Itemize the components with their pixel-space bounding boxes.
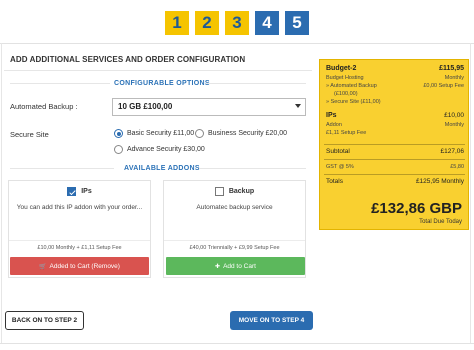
divider <box>324 159 465 160</box>
divider <box>206 83 306 84</box>
subtotal-label: Subtotal <box>326 148 350 155</box>
summary-sub-row: Addon Monthly <box>326 122 464 128</box>
summary-sub-text: Budget Hosting <box>326 75 364 81</box>
radio-advance-security[interactable]: Advance Security £30,00 <box>114 145 205 154</box>
product-price: £115,95 <box>439 65 464 72</box>
button-label: Add to Cart <box>223 262 256 270</box>
summary-sub-row: » Automated Backup £0,00 Setup Fee <box>326 83 464 89</box>
radio-label: Business Security £20,00 <box>208 130 287 137</box>
add-to-cart-button[interactable]: ✚ Add to Cart <box>166 257 305 275</box>
divider <box>199 168 306 169</box>
summary-sub-row: Budget Hosting Monthly <box>326 75 464 81</box>
summary-sub-row: £1,11 Setup Fee <box>326 130 464 136</box>
radio-business-security[interactable]: Business Security £20,00 <box>195 129 287 138</box>
addon-description: Automatec backup service <box>196 204 273 211</box>
button-label: Added to Cart (Remove) <box>49 262 120 270</box>
summary-addon-row: IPs £10,00 <box>326 112 464 119</box>
step-indicator: 1 2 3 4 5 <box>165 11 309 35</box>
back-to-step-2-button[interactable]: BACK ON TO STEP 2 <box>5 311 84 330</box>
addon-price: £10,00 Monthly + £1,11 Setup Fee <box>37 245 122 251</box>
summary-sub-text: Monthly <box>444 122 464 128</box>
addon-name: IPs <box>81 188 92 195</box>
summary-sub-text: » Automated Backup <box>326 83 377 89</box>
summary-sub-text: » Secure Site (£11,00) <box>326 99 381 105</box>
order-summary: Budget-2 £115,95 Budget Hosting Monthly … <box>319 59 469 230</box>
addon-description: You can add this IP addon with your orde… <box>16 204 143 211</box>
addon-price: £10,00 <box>444 112 464 119</box>
automated-backup-label: Automated Backup : <box>10 102 78 111</box>
automated-backup-value: 10 GB £100,00 <box>118 102 173 111</box>
divider <box>0 43 474 44</box>
chevron-down-icon <box>295 104 301 108</box>
addon-header[interactable]: IPs <box>9 187 150 196</box>
summary-sub-text: Monthly <box>444 75 464 81</box>
summary-sub-row: (£100,00) <box>334 91 472 97</box>
radio-basic-security[interactable]: Basic Security £11,00 <box>114 129 194 138</box>
divider <box>10 83 110 84</box>
step-2[interactable]: 2 <box>195 11 219 35</box>
divider <box>324 144 465 145</box>
configurable-options-heading: CONFIGURABLE OPTIONS <box>114 80 210 87</box>
summary-sub-text: Addon <box>326 122 342 128</box>
summary-sub-text: £1,11 Setup Fee <box>326 130 367 136</box>
totals-label: Totals <box>326 178 343 185</box>
radio-icon <box>195 129 204 138</box>
divider <box>0 343 474 344</box>
addon-name: Backup <box>228 188 255 195</box>
automated-backup-select[interactable]: 10 GB £100,00 <box>112 98 306 116</box>
radio-icon <box>114 145 123 154</box>
page-title: ADD ADDITIONAL SERVICES AND ORDER CONFIG… <box>10 55 246 64</box>
totals-row: Totals £125,95 Monthly <box>326 178 464 185</box>
gst-label: GST @ 5% <box>326 164 354 170</box>
gst-row: GST @ 5% £5,80 <box>326 164 464 170</box>
step-4: 4 <box>255 11 279 35</box>
gst-value: £5,80 <box>450 164 464 170</box>
total-due-amount: £132,86 GBP <box>371 200 462 217</box>
radio-label: Advance Security £30,00 <box>127 146 205 153</box>
summary-sub-row: » Secure Site (£11,00) <box>326 99 464 105</box>
divider <box>10 168 114 169</box>
available-addons-heading: AVAILABLE ADDONS <box>124 165 200 172</box>
totals-value: £125,95 Monthly <box>415 178 464 185</box>
summary-sub-text: (£100,00) <box>334 91 358 97</box>
step-3[interactable]: 3 <box>225 11 249 35</box>
divider <box>164 240 305 241</box>
checkbox-checked-icon[interactable] <box>67 187 77 196</box>
move-to-step-4-button[interactable]: MOVE ON TO STEP 4 <box>230 311 313 330</box>
step-5: 5 <box>285 11 309 35</box>
subtotal-row: Subtotal £127,06 <box>326 148 464 155</box>
remove-from-cart-button[interactable]: 🛒 Added to Cart (Remove) <box>10 257 149 275</box>
plus-icon: ✚ <box>215 263 221 270</box>
total-due-label: Total Due Today <box>419 219 462 225</box>
checkbox-icon[interactable] <box>214 187 224 196</box>
divider <box>4 70 312 71</box>
cart-icon: 🛒 <box>39 263 47 270</box>
panel-edge-left <box>1 43 2 343</box>
divider <box>9 240 150 241</box>
radio-selected-icon <box>114 129 123 138</box>
subtotal-value: £127,06 <box>440 148 465 155</box>
addon-header[interactable]: Backup <box>164 187 305 196</box>
addon-price: £40,00 Triennially + £9,99 Setup Fee <box>189 245 280 251</box>
summary-sub-text: £0,00 Setup Fee <box>423 83 464 89</box>
divider <box>324 174 465 175</box>
summary-product-row: Budget-2 £115,95 <box>326 65 464 72</box>
product-name: Budget-2 <box>326 65 357 72</box>
panel-edge-right <box>470 43 471 343</box>
radio-label: Basic Security £11,00 <box>127 130 195 137</box>
addon-name: IPs <box>326 112 337 119</box>
step-1[interactable]: 1 <box>165 11 189 35</box>
secure-site-label: Secure Site <box>10 130 49 139</box>
